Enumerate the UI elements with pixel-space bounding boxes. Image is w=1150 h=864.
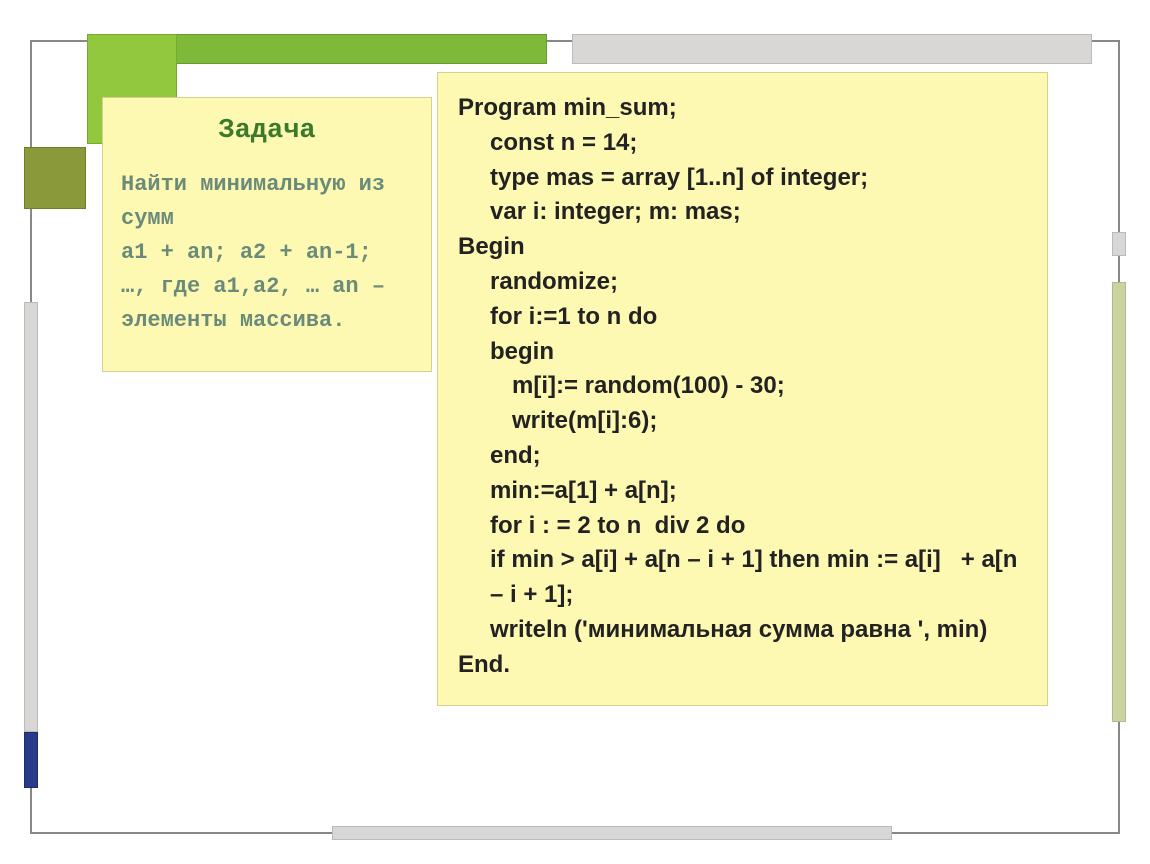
code-line: End. [458,648,1027,683]
code-listing: Program min_sum;const n = 14;type mas = … [458,91,1027,683]
task-title: Задача [121,116,413,146]
content-area: Задача Найти минимальную из сумм а1 + аn… [102,72,1048,802]
code-line: write(m[i]:6); [458,404,1027,439]
code-line: randomize; [458,265,1027,300]
code-line: Program min_sum; [458,91,1027,126]
decoration-bar [117,34,547,64]
code-line: begin [458,335,1027,370]
decoration-bar [1112,282,1126,722]
code-line: Begin [458,230,1027,265]
code-line: type mas = array [1..n] of integer; [458,161,1027,196]
code-panel: Program min_sum;const n = 14;type mas = … [437,72,1048,706]
decoration-bar [332,826,892,840]
code-line: min:=a[1] + a[n]; [458,474,1027,509]
code-line: for i : = 2 to n div 2 do [458,509,1027,544]
decoration-bar [24,302,38,732]
code-line: end; [458,439,1027,474]
code-line: if min > a[i] + a[n – i + 1] then min :=… [458,543,1027,613]
decoration-square [24,147,86,209]
code-line: const n = 14; [458,126,1027,161]
decoration-bar [1112,232,1126,256]
code-line: for i:=1 to n do [458,300,1027,335]
code-line: m[i]:= random(100) - 30; [458,369,1027,404]
decoration-bar [572,34,1092,64]
slide-frame: Задача Найти минимальную из сумм а1 + аn… [30,40,1120,834]
code-line: var i: integer; m: mas; [458,195,1027,230]
decoration-bar [24,732,38,788]
task-panel: Задача Найти минимальную из сумм а1 + аn… [102,97,432,372]
task-description: Найти минимальную из сумм а1 + аn; a2 + … [121,168,413,338]
code-line: writeln ('минимальная сумма равна ', min… [458,613,1027,648]
